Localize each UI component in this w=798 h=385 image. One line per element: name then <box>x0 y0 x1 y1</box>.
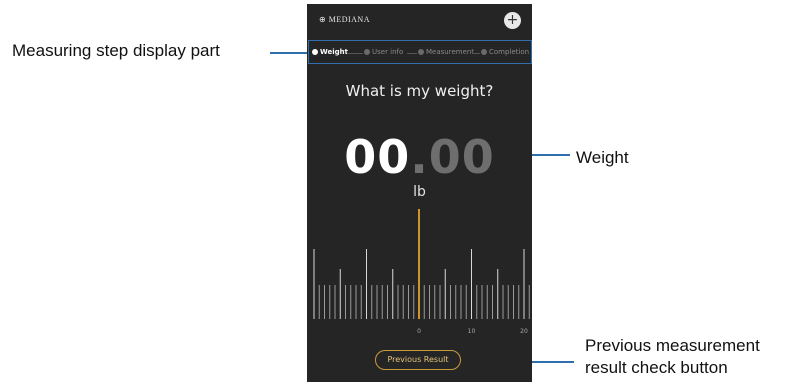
step-label: User info <box>372 48 404 56</box>
previous-result-button[interactable]: Previous Result <box>375 350 461 370</box>
step-label: Completion <box>489 48 530 56</box>
steps-callout-line <box>270 52 308 54</box>
brand-logo: ⊕ MEDIANA <box>319 15 370 24</box>
step-dot-icon <box>418 49 424 55</box>
location-pin-icon <box>312 49 318 55</box>
step-dot-icon <box>481 49 487 55</box>
plus-icon: + <box>506 12 519 28</box>
step-divider <box>472 53 480 54</box>
phone-screen: ⊕ MEDIANA + Weight User info Measurement… <box>307 4 532 382</box>
weight-display: 00.00 <box>307 130 532 184</box>
step-measurement: Measurement <box>418 48 474 56</box>
step-user-info: User info <box>364 48 403 56</box>
step-divider <box>407 53 417 54</box>
step-completion: Completion <box>481 48 529 56</box>
weight-callout-label: Weight <box>576 148 629 167</box>
step-weight: Weight <box>312 48 348 56</box>
ruler-tick-label: 20 <box>520 328 528 335</box>
top-bar: ⊕ MEDIANA + <box>307 4 532 38</box>
step-label: Weight <box>320 48 348 56</box>
step-dot-icon <box>364 49 370 55</box>
steps-callout-label: Measuring step display part <box>12 41 220 60</box>
weight-unit: lb <box>413 184 426 200</box>
previous-callout-label-1: Previous measurement <box>585 336 760 355</box>
weight-integer: 00 <box>344 130 411 184</box>
step-divider <box>347 53 363 54</box>
weight-question: What is my weight? <box>345 82 494 100</box>
step-label: Measurement <box>426 48 475 56</box>
previous-callout-label-2: result check button <box>585 358 728 377</box>
add-button[interactable]: + <box>504 12 521 29</box>
ruler-tick-label: 0 <box>417 328 421 335</box>
weight-ruler[interactable]: 0 10 20 <box>307 209 532 339</box>
weight-decimal: .00 <box>410 130 495 184</box>
step-indicator: Weight User info Measurement Completion <box>308 40 532 64</box>
ruler-tick-label: 10 <box>468 328 476 335</box>
